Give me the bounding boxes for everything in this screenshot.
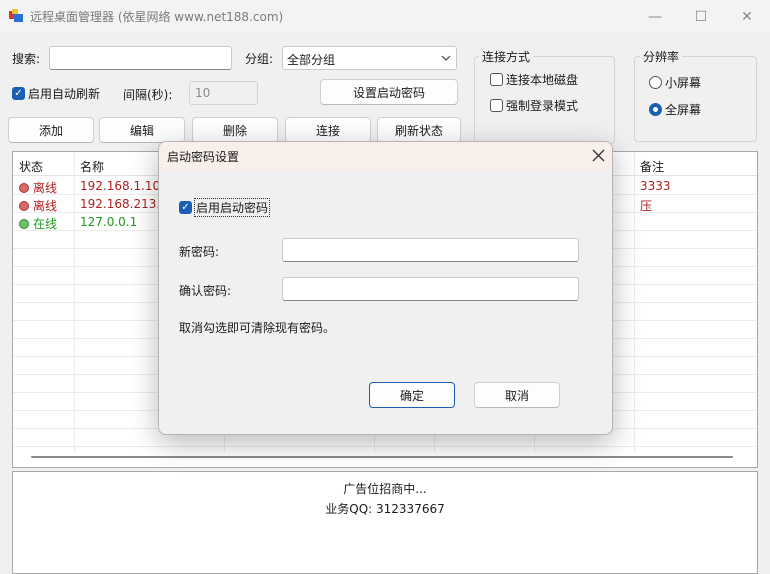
interval-input[interactable]: 10: [189, 81, 258, 105]
ad-line-1: 广告位招商中...: [343, 482, 427, 496]
note-cell: 3333: [640, 179, 671, 193]
search-input[interactable]: [49, 46, 232, 70]
column-header-note[interactable]: 备注: [640, 158, 664, 175]
interval-input-value: 10: [195, 86, 211, 100]
online-dot-icon: [19, 219, 29, 229]
small-screen-label: 小屏幕: [665, 76, 702, 90]
app-icon: [9, 9, 23, 22]
local-disk-check-icon: [490, 73, 503, 86]
small-screen-radio-icon: [649, 76, 662, 89]
resolution-group: [634, 56, 757, 142]
new-password-field[interactable]: [282, 238, 579, 262]
local-disk-checkbox[interactable]: 连接本地磁盘: [490, 71, 578, 88]
window-title: 远程桌面管理器 (依星网络 www.net188.com): [30, 10, 284, 24]
close-icon: ✕: [741, 8, 753, 25]
enable-password-label: 启用启动密码: [193, 198, 271, 217]
resolution-group-title: 分辨率: [640, 48, 683, 65]
group-label: 分组:: [245, 52, 274, 66]
status-text: 离线: [33, 199, 58, 213]
set-password-button[interactable]: 设置启动密码: [320, 79, 458, 105]
dialog-title-bar: 启动密码设置: [159, 142, 612, 170]
column-header-name[interactable]: 名称: [80, 158, 104, 175]
status-text: 在线: [33, 217, 58, 231]
auto-refresh-check-icon: [12, 87, 25, 100]
confirm-password-label: 确认密码:: [179, 284, 232, 298]
new-password-label: 新密码:: [179, 245, 220, 259]
dialog-title: 启动密码设置: [167, 150, 240, 164]
close-icon[interactable]: [592, 149, 605, 162]
enable-password-check-icon: [179, 201, 192, 214]
local-disk-label: 连接本地磁盘: [506, 73, 579, 87]
delete-button[interactable]: 删除: [192, 117, 278, 143]
full-screen-label: 全屏幕: [665, 103, 702, 117]
maximize-button[interactable]: ☐: [678, 0, 724, 33]
password-dialog: 启动密码设置 启用启动密码 新密码: 确认密码: 取消勾选即可清除现有密码。 确…: [158, 141, 613, 435]
confirm-password-field[interactable]: [282, 277, 579, 301]
enable-password-checkbox[interactable]: 启用启动密码: [179, 198, 271, 217]
cancel-button[interactable]: 取消: [474, 382, 560, 408]
ad-panel: 广告位招商中... 业务QQ: 312337667: [12, 471, 758, 574]
name-cell: 192.168.1.100: [80, 179, 168, 193]
auto-refresh-label: 启用自动刷新: [28, 87, 101, 101]
chevron-down-icon: [441, 55, 451, 61]
full-screen-radio-icon: [649, 103, 662, 116]
force-login-label: 强制登录模式: [506, 99, 579, 113]
refresh-status-button[interactable]: 刷新状态: [377, 117, 461, 143]
offline-dot-icon: [19, 201, 29, 211]
small-screen-radio[interactable]: 小屏幕: [649, 74, 701, 91]
minimize-icon: —: [648, 8, 662, 25]
maximize-icon: ☐: [694, 8, 708, 25]
force-login-checkbox[interactable]: 强制登录模式: [490, 97, 578, 114]
interval-label: 间隔(秒):: [123, 88, 173, 102]
status-cell: 在线: [19, 215, 57, 232]
close-button[interactable]: ✕: [724, 0, 770, 33]
group-select-value: 全部分组: [287, 53, 336, 67]
connection-group-title: 连接方式: [479, 48, 534, 65]
note-cell: 压: [640, 199, 653, 213]
password-hint: 取消勾选即可清除现有密码。: [179, 321, 336, 335]
add-button[interactable]: 添加: [8, 117, 94, 143]
auto-refresh-checkbox[interactable]: 启用自动刷新: [12, 85, 100, 102]
force-login-check-icon: [490, 99, 503, 112]
connect-button[interactable]: 连接: [285, 117, 371, 143]
ad-line-2: 业务QQ: 312337667: [325, 502, 445, 516]
search-label: 搜索:: [12, 52, 41, 66]
name-cell: 127.0.0.1: [80, 215, 138, 229]
title-bar: 远程桌面管理器 (依星网络 www.net188.com) — ☐ ✕: [0, 0, 770, 33]
status-cell: 离线: [19, 179, 57, 196]
offline-dot-icon: [19, 183, 29, 193]
horizontal-scrollbar[interactable]: [31, 456, 733, 458]
ok-button[interactable]: 确定: [369, 382, 455, 408]
column-header-status[interactable]: 状态: [19, 158, 43, 175]
group-select[interactable]: 全部分组: [282, 46, 457, 70]
name-cell: 192.168.213.1: [80, 197, 168, 211]
status-cell: 离线: [19, 197, 57, 214]
status-text: 离线: [33, 181, 58, 195]
full-screen-radio[interactable]: 全屏幕: [649, 101, 701, 118]
edit-button[interactable]: 编辑: [99, 117, 185, 143]
minimize-button[interactable]: —: [632, 0, 678, 33]
